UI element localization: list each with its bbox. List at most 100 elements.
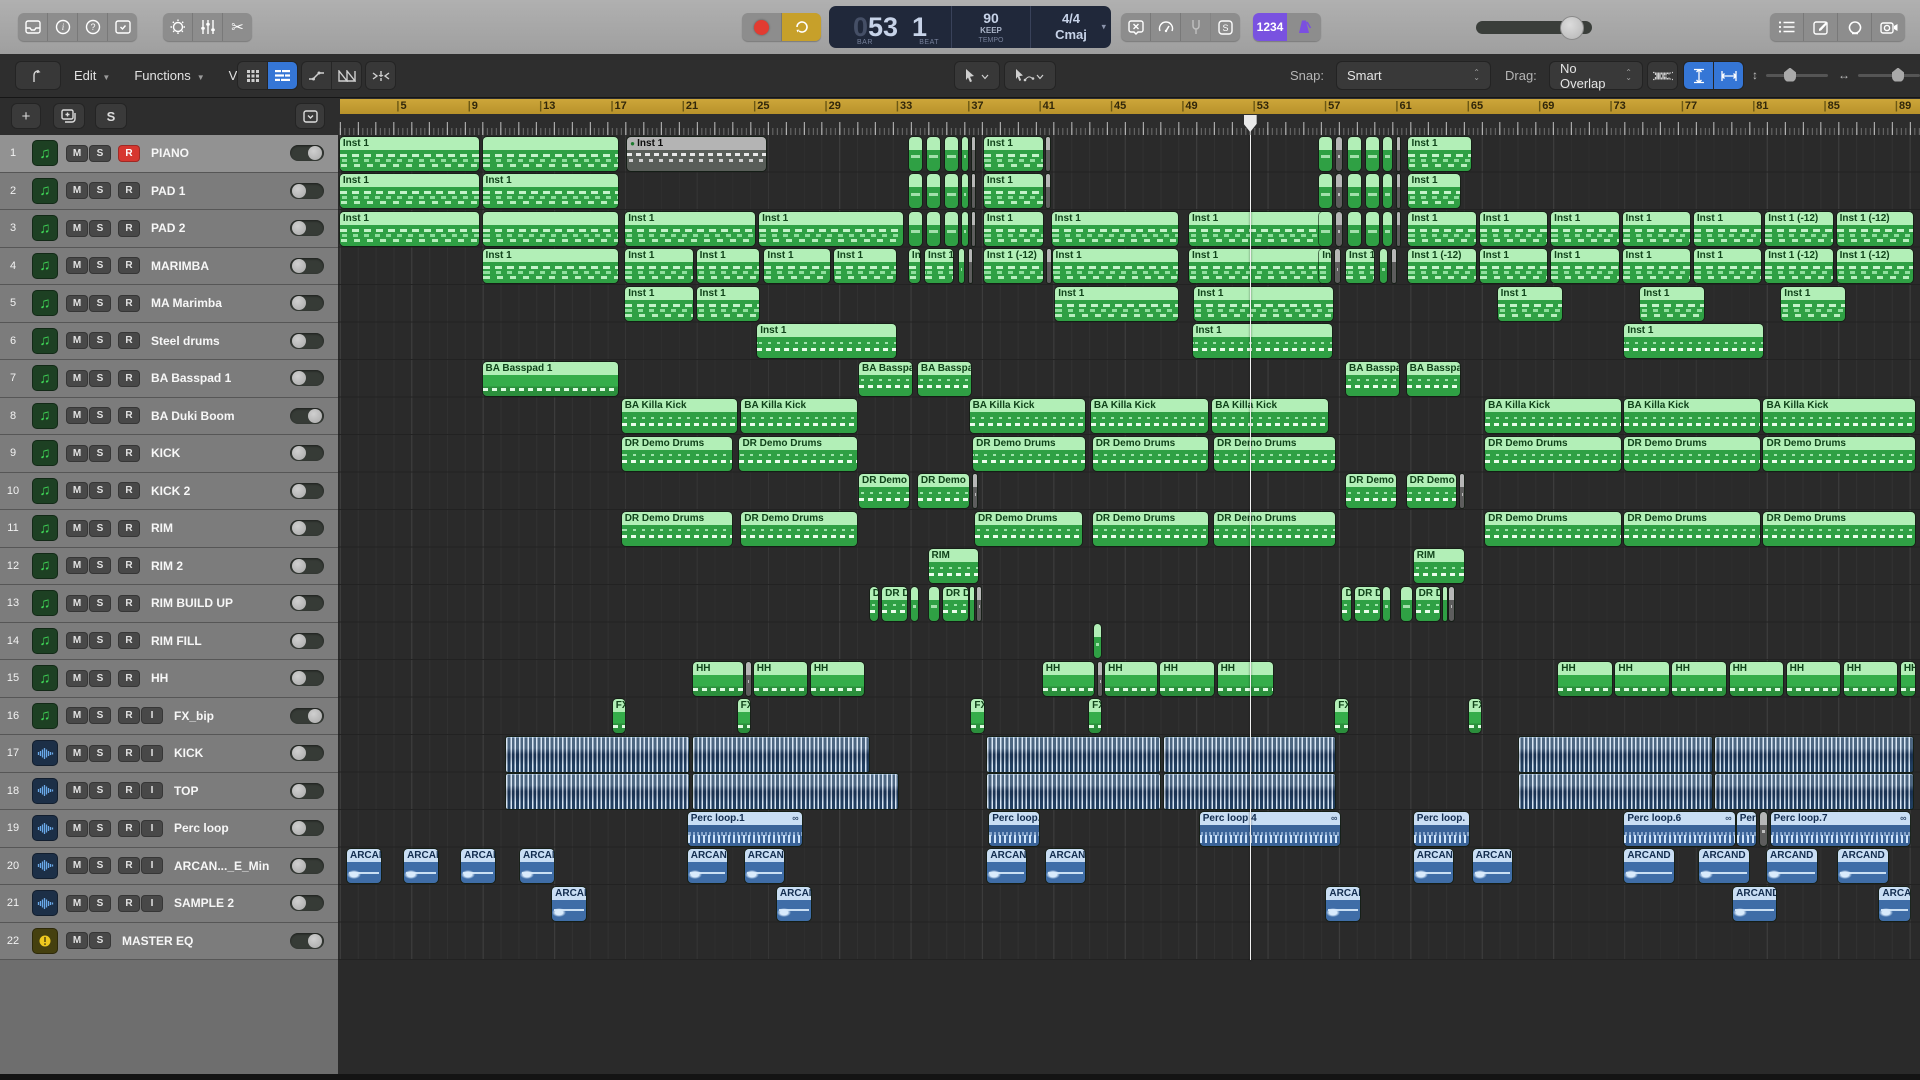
mute-button[interactable]: M — [66, 819, 88, 837]
mute-button[interactable]: M — [66, 369, 88, 387]
solo-button[interactable]: S — [89, 332, 111, 350]
mute-button[interactable]: M — [66, 519, 88, 537]
region-hh[interactable]: HH — [1105, 661, 1157, 696]
region-dr-demo-drums[interactable]: DR Demo Drums — [1214, 436, 1336, 471]
track-row-sample-2[interactable]: 21 M S R I SAMPLE 2 — [0, 885, 338, 923]
region-dr-demo-drums[interactable]: DR Demo Drums — [1763, 511, 1915, 546]
input-monitor-button[interactable]: I — [141, 782, 163, 800]
region[interactable] — [1383, 586, 1391, 621]
record-enable-button[interactable]: R — [118, 594, 140, 612]
track-name[interactable]: PIANO — [151, 146, 290, 160]
region-inst-1[interactable]: Inst 1 — [627, 136, 766, 171]
region[interactable] — [972, 174, 975, 208]
smart-controls-icon[interactable] — [163, 13, 193, 41]
region-inst-1[interactable]: Inst 1 — [1497, 286, 1562, 321]
add-track-button[interactable]: + — [12, 104, 40, 128]
region-arcand[interactable]: ARCAND — [687, 849, 727, 883]
track-on-off-toggle[interactable] — [290, 257, 324, 274]
track-name[interactable]: RIM BUILD UP — [151, 596, 290, 610]
region-dr-demo-drums[interactable]: DR Demo Drums — [1763, 436, 1915, 471]
track-row-kick-2[interactable]: 10 ♫ M S R KICK 2 — [0, 472, 338, 510]
region[interactable] — [972, 136, 975, 171]
region-inst-1[interactable]: Inst 1 — [764, 249, 831, 283]
midi-note-icon[interactable]: ♫ — [32, 290, 58, 317]
track-row-steel-drums[interactable]: 6 ♫ M S R Steel drums — [0, 322, 338, 360]
volume-slider-knob[interactable] — [1560, 16, 1584, 40]
solo-button[interactable]: S — [89, 219, 111, 237]
region-perc-loop-4[interactable]: ∞ Perc loop 4 — [1199, 811, 1341, 846]
midi-note-icon[interactable]: ♫ — [32, 140, 58, 167]
mute-button[interactable]: M — [66, 557, 88, 575]
region[interactable] — [908, 136, 923, 171]
region[interactable] — [926, 136, 940, 171]
region[interactable] — [1336, 211, 1343, 246]
region-arcand[interactable]: ARCAND — [744, 849, 784, 883]
region-fx-bip[interactable]: FX_bip — [612, 699, 626, 733]
region-ba-basspad-1[interactable]: BA Basspad 1 — [482, 361, 618, 396]
solo-button[interactable]: S — [89, 932, 111, 950]
region-arcand[interactable]: ARCAND — [1046, 849, 1086, 883]
record-enable-button[interactable]: R — [118, 219, 140, 237]
midi-note-icon[interactable]: ♫ — [32, 440, 58, 467]
solo-button[interactable]: S — [89, 369, 111, 387]
track-on-off-toggle[interactable] — [290, 332, 324, 349]
midi-note-icon[interactable]: ♫ — [32, 515, 58, 542]
region[interactable] — [968, 249, 973, 283]
region-dr-demo-drums[interactable]: DR Demo Drums — [1346, 474, 1396, 508]
region-ba-killa-kick[interactable]: BA Killa Kick — [1212, 399, 1328, 433]
loop-browser-icon[interactable] — [1838, 13, 1872, 41]
record-enable-button[interactable]: R — [118, 144, 140, 162]
solo-button[interactable]: S — [89, 407, 111, 425]
track-on-off-toggle[interactable] — [290, 182, 324, 199]
region[interactable] — [1396, 136, 1401, 171]
region[interactable] — [1759, 811, 1767, 846]
region-arcand[interactable]: ARCAND — [404, 849, 438, 883]
region-inst-1[interactable]: Inst 1 — [834, 249, 897, 283]
region-ba-basspad[interactable]: BA Basspad — [1406, 361, 1460, 396]
mute-button[interactable]: M — [66, 182, 88, 200]
region-ba-killa-kick[interactable]: BA Killa Kick — [741, 399, 857, 433]
midi-note-icon[interactable]: ♫ — [32, 402, 58, 429]
region[interactable] — [976, 586, 981, 621]
region[interactable] — [962, 174, 969, 208]
region-inst-1-12-[interactable]: Inst 1 (-12) — [983, 249, 1043, 283]
mute-button[interactable]: M — [66, 932, 88, 950]
track-row-kick[interactable]: 9 ♫ M S R KICK — [0, 435, 338, 473]
record-enable-button[interactable]: R — [118, 632, 140, 650]
arrange-area[interactable]: Inst 1Inst 1Inst 1Inst 1Inst 1Inst 1Inst… — [338, 135, 1920, 1080]
mute-button[interactable]: M — [66, 444, 88, 462]
region-inst-1[interactable]: Inst 1 — [1479, 249, 1548, 283]
track-row-ba-basspad-1[interactable]: 7 ♫ M S R BA Basspad 1 — [0, 360, 338, 398]
track-name[interactable]: RIM 2 — [151, 559, 290, 573]
region[interactable] — [1319, 136, 1332, 171]
horizontal-zoom-slider[interactable]: ↔ — [1838, 67, 1920, 82]
track-name[interactable]: ARCAN..._E_Min — [174, 859, 290, 873]
region-inst-1[interactable]: Inst 1 — [1189, 211, 1328, 246]
region[interactable] — [958, 249, 964, 283]
record-enable-button[interactable]: R — [118, 482, 140, 500]
region-inst-1[interactable]: Inst 1 — [1192, 324, 1332, 358]
track-on-off-toggle[interactable] — [290, 220, 324, 237]
midi-note-icon[interactable]: ♫ — [32, 552, 58, 579]
region-hh[interactable]: HH — [1729, 661, 1783, 696]
solo-button[interactable]: S — [89, 182, 111, 200]
audio-take-strip[interactable] — [987, 774, 1161, 809]
region[interactable] — [1336, 136, 1343, 171]
region-arcand[interactable]: ARCAND — [1767, 849, 1817, 883]
track-row-rim[interactable]: 11 ♫ M S R RIM — [0, 510, 338, 548]
region-hh[interactable]: HH — [753, 661, 808, 696]
region-hh[interactable]: HH — [1042, 661, 1095, 696]
region[interactable] — [972, 211, 975, 246]
region-dr-demo-drums[interactable]: DR Demo Drums — [1092, 511, 1209, 546]
region[interactable] — [973, 474, 978, 508]
track-on-off-toggle[interactable] — [290, 745, 324, 762]
mute-button[interactable]: M — [66, 257, 88, 275]
list-view-icon[interactable] — [268, 62, 297, 89]
track-name[interactable]: KICK — [151, 446, 290, 460]
track-row-rim-2[interactable]: 12 ♫ M S R RIM 2 — [0, 547, 338, 585]
track-on-off-toggle[interactable] — [290, 895, 324, 912]
menu-functions[interactable]: Functions ▼ — [134, 68, 204, 83]
track-name[interactable]: Steel drums — [151, 334, 290, 348]
mute-button[interactable]: M — [66, 782, 88, 800]
midi-note-icon[interactable]: ♫ — [32, 477, 58, 504]
